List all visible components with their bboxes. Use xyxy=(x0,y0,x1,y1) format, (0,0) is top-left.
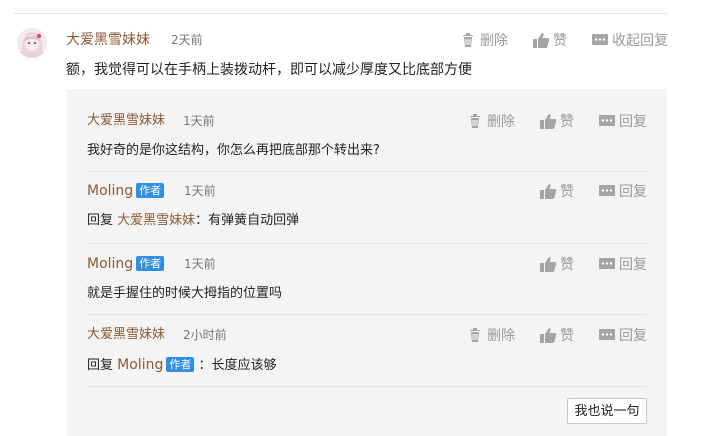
avatar[interactable] xyxy=(17,28,47,58)
main-comment-time: 2天前 xyxy=(171,33,203,47)
top-divider xyxy=(14,13,667,14)
reply-item: 大爱黑雪妹妹 1天前 删除 赞 回复 我好奇的是你这结构，你怎么再把底部那个转出… xyxy=(87,111,647,172)
trash-icon xyxy=(470,114,480,128)
main-comment-actions: 删除 赞 收起回复 xyxy=(435,30,668,50)
reply-button[interactable]: 回复 xyxy=(598,111,647,131)
main-comment-author[interactable]: 大爱黑雪妹妹 xyxy=(66,30,150,50)
reply-text: 回复 Moling 作者 ：长度应该够 xyxy=(87,357,277,373)
reply-author[interactable]: 大爱黑雪妹妹 xyxy=(87,325,165,345)
comment-icon xyxy=(599,258,615,269)
comment-icon xyxy=(599,329,615,340)
reply-to-user-link[interactable]: 大爱黑雪妹妹 xyxy=(117,213,195,228)
delete-button[interactable]: 删除 xyxy=(459,30,508,50)
reply-author[interactable]: 大爱黑雪妹妹 xyxy=(87,111,165,131)
reply-button[interactable]: 回复 xyxy=(598,181,647,201)
trash-icon xyxy=(470,328,480,342)
reply-item: 大爱黑雪妹妹 2小时前 删除 赞 回复 回复 Moling 作者 ：长度应该够 xyxy=(87,325,647,387)
reply-item: Moling 作者 1天前 赞 回复 回复 大爱黑雪妹妹：有弹簧自动回弹 xyxy=(87,181,647,244)
comment-icon xyxy=(599,185,615,196)
comment-icon xyxy=(599,115,615,126)
delete-button[interactable]: 删除 xyxy=(466,111,515,131)
delete-button[interactable]: 删除 xyxy=(466,325,515,345)
thumbs-up-icon xyxy=(540,114,557,129)
main-comment-header: 大爱黑雪妹妹 2天前 删除 赞 收起回复 xyxy=(66,30,668,50)
like-button[interactable]: 赞 xyxy=(539,111,574,131)
reply-item: Moling 作者 1天前 赞 回复 就是手握住的时候大拇指的位置吗 xyxy=(87,254,647,315)
author-badge: 作者 xyxy=(136,183,165,198)
reply-time: 2小时前 xyxy=(183,328,227,342)
avatar-image xyxy=(17,28,47,58)
reply-text: 回复 大爱黑雪妹妹：有弹簧自动回弹 xyxy=(87,213,300,228)
reply-panel: 大爱黑雪妹妹 1天前 删除 赞 回复 我好奇的是你这结构，你怎么再把底部那个转出… xyxy=(67,89,667,436)
reply-author: Moling 作者 xyxy=(87,254,165,274)
reply-to-user-link: Moling 作者 xyxy=(117,357,195,373)
write-reply-button[interactable]: 我也说一句 xyxy=(567,398,647,424)
reply-time: 1天前 xyxy=(184,257,216,271)
reply-button[interactable]: 回复 xyxy=(598,254,647,274)
reply-text: 我好奇的是你这结构，你怎么再把底部那个转出来? xyxy=(87,143,380,158)
like-button[interactable]: 赞 xyxy=(539,325,574,345)
reply-time: 1天前 xyxy=(183,114,215,128)
reply-text: 就是手握住的时候大拇指的位置吗 xyxy=(87,286,283,301)
reply-button[interactable]: 回复 xyxy=(598,325,647,345)
like-button[interactable]: 赞 xyxy=(532,30,567,50)
thumbs-up-icon xyxy=(540,184,557,199)
author-badge: 作者 xyxy=(136,256,165,271)
author-badge: 作者 xyxy=(166,357,195,372)
collapse-replies-button[interactable]: 收起回复 xyxy=(591,30,668,50)
thumbs-up-icon xyxy=(540,257,557,272)
thumbs-up-icon xyxy=(533,33,550,48)
main-comment-text: 额，我觉得可以在手柄上装拨动杆，即可以减少厚度又比底部方便 xyxy=(66,62,472,78)
trash-icon xyxy=(463,33,473,47)
like-button[interactable]: 赞 xyxy=(539,254,574,274)
comment-icon xyxy=(592,34,608,45)
like-button[interactable]: 赞 xyxy=(539,181,574,201)
reply-author: Moling 作者 xyxy=(87,181,165,201)
reply-time: 1天前 xyxy=(184,184,216,198)
thumbs-up-icon xyxy=(540,328,557,343)
